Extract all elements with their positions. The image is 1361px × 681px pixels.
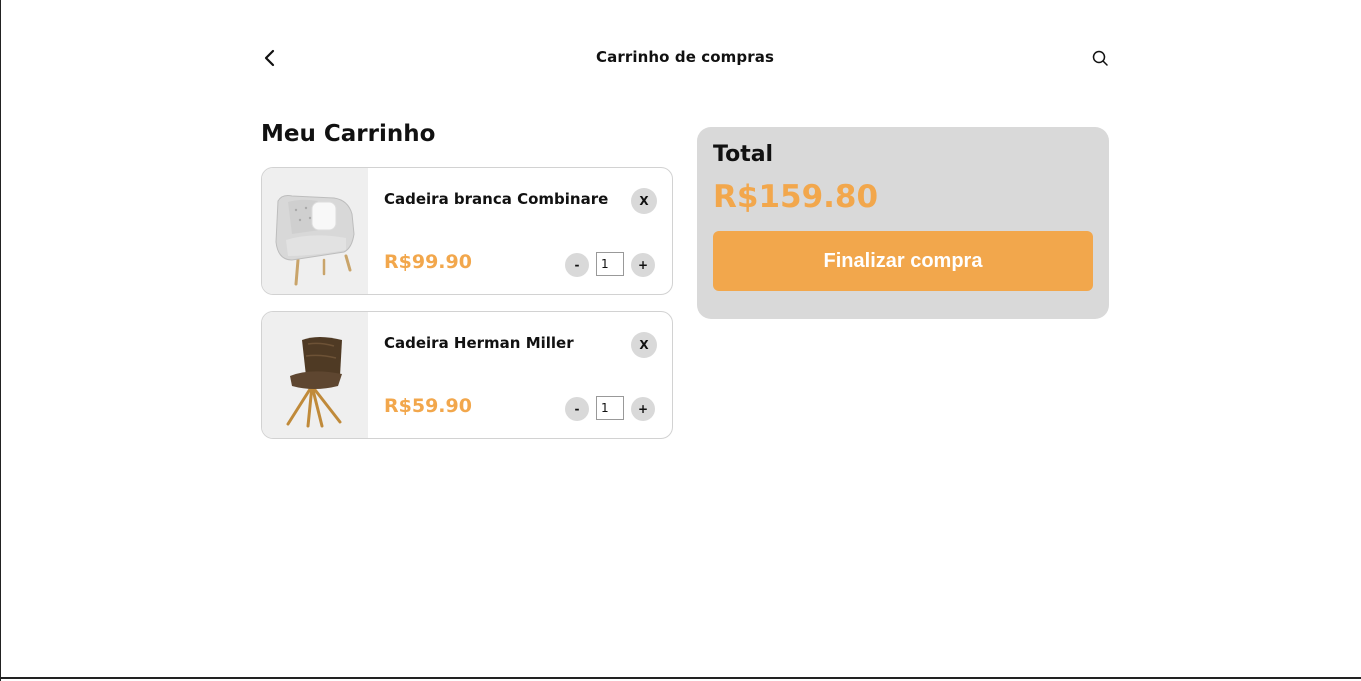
product-name: Cadeira Herman Miller	[384, 334, 574, 352]
search-button[interactable]	[1090, 48, 1110, 68]
decrease-quantity-button[interactable]: -	[565, 253, 589, 277]
product-price: R$59.90	[384, 395, 472, 417]
increase-quantity-button[interactable]: +	[631, 253, 655, 277]
order-summary: Total R$159.80 Finalizar compra	[697, 127, 1109, 319]
decrease-quantity-button[interactable]: -	[565, 397, 589, 421]
product-image	[262, 312, 368, 438]
increase-quantity-button[interactable]: +	[631, 397, 655, 421]
checkout-button[interactable]: Finalizar compra	[713, 231, 1093, 291]
quantity-input[interactable]	[596, 252, 624, 276]
bottom-border	[1, 677, 1361, 679]
cart-item: Cadeira branca Combinare X R$99.90 - +	[261, 167, 673, 295]
remove-item-button[interactable]: X	[631, 188, 657, 214]
total-label: Total	[713, 142, 774, 167]
total-value: R$159.80	[713, 179, 879, 215]
page-title: Carrinho de compras	[596, 48, 774, 66]
product-name: Cadeira branca Combinare	[384, 190, 609, 208]
search-icon	[1092, 50, 1108, 66]
product-image	[262, 168, 368, 294]
remove-item-button[interactable]: X	[631, 332, 657, 358]
top-bar: Carrinho de compras	[260, 40, 1110, 76]
quantity-input[interactable]	[596, 396, 624, 420]
cart-heading: Meu Carrinho	[261, 121, 436, 147]
product-price: R$99.90	[384, 251, 472, 273]
cart-item: Cadeira Herman Miller X R$59.90 - +	[261, 311, 673, 439]
